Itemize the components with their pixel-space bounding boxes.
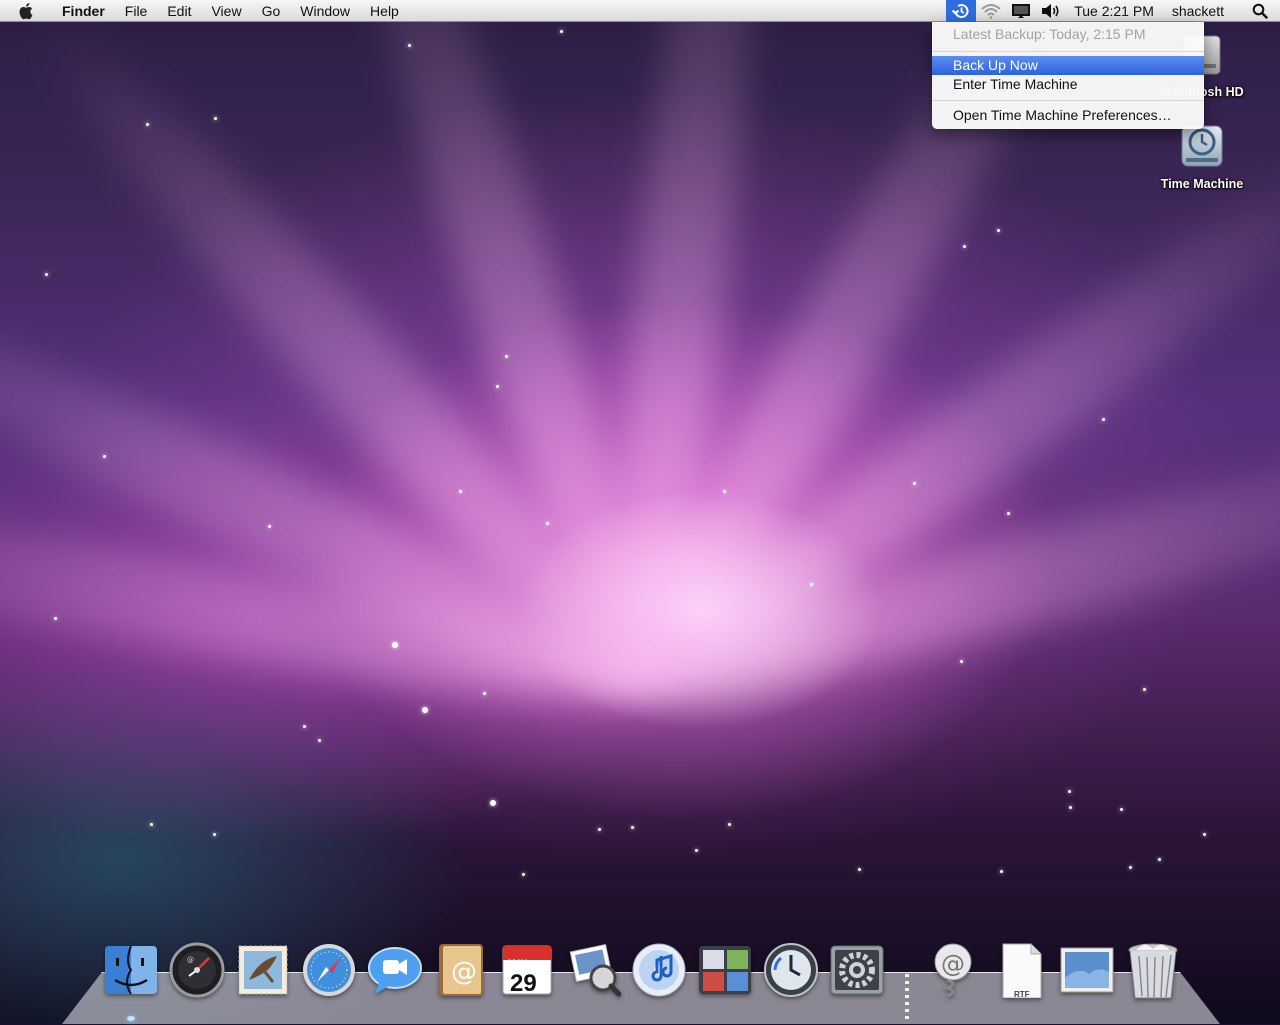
rtf-label: RTF <box>1014 990 1030 999</box>
ical-day: 29 <box>510 970 537 997</box>
finder-icon <box>105 945 157 995</box>
menu-extras: Tue 2:21 PM shackett <box>946 0 1280 22</box>
enter-time-machine-menu-item[interactable]: Enter Time Machine <box>932 75 1204 94</box>
svg-text:@: @ <box>451 957 477 987</box>
dock-item-address-book[interactable]: @ <box>432 942 490 1002</box>
dock-item-itunes[interactable] <box>630 942 688 1002</box>
ichat-icon <box>368 947 422 994</box>
dock-item-mail[interactable] <box>234 942 292 1002</box>
dock-item-dashboard[interactable]: @ <box>168 942 226 1002</box>
dock-separator[interactable] <box>905 974 909 1022</box>
mail-icon <box>238 945 288 995</box>
menu-help[interactable]: Help <box>360 0 409 22</box>
running-indicator <box>127 1016 135 1021</box>
wifi-icon[interactable] <box>976 0 1006 22</box>
back-up-now-menu-item[interactable]: Back Up Now <box>932 56 1204 75</box>
menu-bar: Finder File Edit View Go Window Help Tue… <box>0 0 1280 22</box>
dock-item-rtf-document[interactable]: RTF <box>992 942 1050 1002</box>
dock-item-safari[interactable] <box>300 942 358 1002</box>
trash-icon <box>1128 943 1178 999</box>
menu-window[interactable]: Window <box>290 0 360 22</box>
dock-item-downloads[interactable]: @ <box>924 942 982 1002</box>
desktop-icon-time-machine[interactable]: Time Machine <box>1147 120 1257 191</box>
dock-item-ical[interactable]: MAY 29 <box>498 942 556 1002</box>
apple-menu-icon[interactable] <box>16 2 38 20</box>
desktop-wallpaper <box>0 0 1280 1024</box>
svg-text:@: @ <box>187 956 194 964</box>
safari-icon <box>303 944 355 996</box>
dock-item-ichat[interactable] <box>366 942 424 1002</box>
menu-go[interactable]: Go <box>252 0 291 22</box>
menu-edit[interactable]: Edit <box>157 0 201 22</box>
dock-item-pictures[interactable] <box>1058 942 1116 1002</box>
open-time-machine-preferences-menu-item[interactable]: Open Time Machine Preferences… <box>932 106 1204 125</box>
menu-view[interactable]: View <box>201 0 251 22</box>
dock-item-spaces[interactable] <box>696 942 754 1002</box>
dock-item-trash[interactable] <box>1124 942 1182 1002</box>
dock-item-preview[interactable] <box>564 942 622 1002</box>
ical-month: MAY <box>508 958 528 968</box>
address-book-icon: @ <box>439 944 483 996</box>
downloads-stack-icon: @ <box>934 943 972 998</box>
system-preferences-icon <box>830 945 884 995</box>
svg-text:@: @ <box>941 950 965 978</box>
spaces-icon <box>699 946 751 994</box>
dock-item-time-machine[interactable] <box>762 942 820 1002</box>
display-icon[interactable] <box>1006 0 1036 22</box>
menu-separator <box>932 100 1204 101</box>
latest-backup-menu-item: Latest Backup: Today, 2:15 PM <box>953 26 1146 42</box>
dock-item-finder[interactable] <box>102 942 160 1002</box>
itunes-icon <box>632 943 686 997</box>
spotlight-search-icon[interactable] <box>1240 3 1280 19</box>
menubar-clock[interactable]: Tue 2:21 PM <box>1066 3 1168 19</box>
volume-icon[interactable] <box>1036 0 1066 22</box>
menu-file[interactable]: File <box>115 0 158 22</box>
preview-icon <box>569 943 621 997</box>
picture-icon <box>1060 947 1114 993</box>
dock-item-system-preferences[interactable] <box>828 942 886 1002</box>
app-menu-finder[interactable]: Finder <box>52 0 115 22</box>
time-machine-icon <box>764 943 818 997</box>
time-machine-menu: Latest Backup: Today, 2:15 PM Back Up No… <box>932 22 1204 129</box>
fast-user-switch-menu[interactable]: shackett <box>1168 3 1240 19</box>
time-machine-status-icon[interactable] <box>946 0 977 22</box>
dashboard-icon: @ <box>169 942 225 998</box>
menu-separator <box>932 51 1204 52</box>
desktop-icon-label: Time Machine <box>1160 177 1244 191</box>
